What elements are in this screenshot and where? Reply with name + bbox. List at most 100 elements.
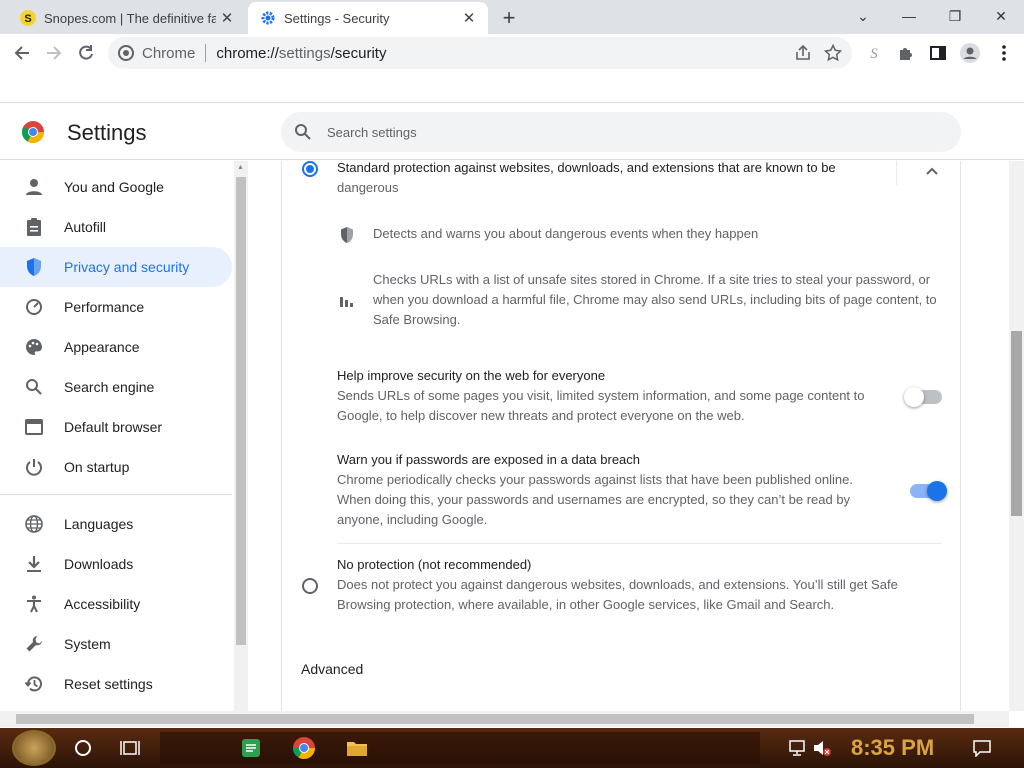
url-path: /security bbox=[330, 44, 387, 62]
sidebar-item-downloads[interactable]: Downloads bbox=[0, 544, 232, 584]
bookmark-star-icon[interactable] bbox=[823, 43, 843, 66]
restore-button[interactable]: ❐ bbox=[932, 2, 978, 30]
search-icon bbox=[293, 122, 313, 142]
minimize-button[interactable]: — bbox=[886, 2, 932, 30]
main-scrollbar-thumb[interactable] bbox=[1011, 331, 1022, 516]
tab-title: Settings - Security bbox=[284, 10, 390, 26]
sidebar-item-reset-settings[interactable]: Reset settings bbox=[0, 664, 232, 704]
address-bar[interactable]: Chrome chrome://settings/security bbox=[108, 37, 852, 69]
help-improve-desc-line1: Sends URLs of some pages you visit, limi… bbox=[337, 388, 865, 403]
help-improve-toggle[interactable] bbox=[904, 387, 942, 407]
sidebar-item-label: Search engine bbox=[64, 379, 155, 395]
sidebar-item-label: On startup bbox=[64, 459, 130, 475]
sidebar-item-search-engine[interactable]: Search engine bbox=[0, 367, 232, 407]
password-warn-toggle[interactable] bbox=[910, 481, 947, 501]
horizontal-scrollbar[interactable] bbox=[0, 711, 1009, 727]
section-divider bbox=[337, 543, 941, 544]
snopes-icon: S bbox=[20, 10, 36, 26]
reload-icon bbox=[79, 45, 93, 60]
cortana-circle-icon[interactable] bbox=[71, 736, 95, 760]
toggle-knob bbox=[927, 481, 947, 501]
password-warn-title: Warn you if passwords are exposed in a d… bbox=[337, 452, 641, 467]
volume-muted-icon[interactable] bbox=[810, 736, 834, 760]
sidebar-item-on-startup[interactable]: On startup bbox=[0, 447, 232, 487]
notes-app-icon[interactable] bbox=[239, 736, 263, 760]
tab-title: Snopes.com | The definitive fact bbox=[44, 10, 216, 26]
url-text: chrome://settings/security bbox=[216, 45, 386, 62]
detail-checks-urls-line2: when you download a harmful file, Chrome… bbox=[373, 292, 937, 307]
sidebar-item-accessibility[interactable]: Accessibility bbox=[0, 584, 232, 624]
detail-detects-warns: Detects and warns you about dangerous ev… bbox=[373, 226, 759, 241]
horizontal-scrollbar-thumb[interactable] bbox=[16, 714, 974, 724]
back-button[interactable] bbox=[8, 39, 36, 67]
sidebar-item-system[interactable]: System bbox=[0, 624, 232, 664]
sidebar-item-languages[interactable]: Languages bbox=[0, 504, 232, 544]
scroll-up-arrow-icon[interactable]: ▲ bbox=[237, 164, 244, 171]
sidebar-item-label: System bbox=[64, 636, 111, 652]
tab-search-button[interactable]: ⌄ bbox=[840, 2, 886, 30]
svg-text:S: S bbox=[24, 13, 31, 25]
password-warn-desc-line2: When doing this, your passwords and user… bbox=[337, 492, 851, 507]
sidebar-item-label: Reset settings bbox=[64, 676, 153, 692]
extensions-puzzle-icon[interactable] bbox=[892, 39, 920, 67]
close-window-button[interactable]: ✕ bbox=[978, 2, 1024, 30]
sidebar-item-label: Privacy and security bbox=[64, 259, 190, 275]
sidebar-scrollbar-thumb[interactable] bbox=[236, 177, 246, 645]
collapse-chevron-icon[interactable] bbox=[922, 163, 942, 179]
no-protection-radio[interactable] bbox=[302, 578, 318, 594]
profile-avatar-icon[interactable] bbox=[956, 39, 984, 67]
main-scrollbar[interactable] bbox=[1009, 161, 1024, 711]
sidebar-item-privacy-and-security[interactable]: Privacy and security bbox=[0, 247, 232, 287]
no-protection-title: No protection (not recommended) bbox=[337, 557, 532, 572]
close-tab-icon[interactable]: ✕ bbox=[458, 7, 480, 29]
forward-arrow-icon bbox=[47, 46, 62, 60]
standard-protection-radio[interactable] bbox=[302, 161, 318, 177]
palette-icon bbox=[24, 337, 44, 357]
network-icon[interactable] bbox=[786, 736, 810, 760]
standard-protection-label-line2: dangerous bbox=[337, 180, 399, 195]
history-icon bbox=[24, 674, 44, 694]
sidebar-scrollbar[interactable]: ▲ bbox=[234, 161, 248, 711]
sidebar-item-appearance[interactable]: Appearance bbox=[0, 327, 232, 367]
browser-toolbar: Chrome chrome://settings/security S bbox=[0, 34, 1024, 72]
snopes-extension-icon[interactable]: S bbox=[860, 39, 888, 67]
share-icon[interactable] bbox=[794, 44, 812, 66]
sidebar-item-autofill[interactable]: Autofill bbox=[0, 207, 232, 247]
person-icon bbox=[24, 177, 44, 197]
chrome-taskbar-icon[interactable] bbox=[292, 736, 316, 760]
sidebar-item-performance[interactable]: Performance bbox=[0, 287, 232, 327]
password-warn-desc-line3: anyone, including Google. bbox=[337, 512, 488, 527]
menu-kebab-icon[interactable] bbox=[990, 39, 1018, 67]
globe-icon bbox=[24, 514, 44, 534]
sidebar-item-you-and-google[interactable]: You and Google bbox=[0, 167, 232, 207]
no-protection-desc-line1: Does not protect you against dangerous w… bbox=[337, 577, 898, 592]
sidebar-item-label: You and Google bbox=[64, 179, 164, 195]
omnibox-separator bbox=[205, 44, 207, 62]
start-button[interactable] bbox=[12, 730, 56, 766]
sidebar-item-default-browser[interactable]: Default browser bbox=[0, 407, 232, 447]
close-tab-icon[interactable]: ✕ bbox=[216, 7, 238, 29]
taskbar-clock[interactable]: 8:35 PM bbox=[851, 735, 934, 761]
browser-icon bbox=[24, 417, 44, 437]
side-panel-icon[interactable] bbox=[924, 39, 952, 67]
forward-button[interactable] bbox=[40, 39, 68, 67]
download-icon bbox=[24, 554, 44, 574]
tab-settings-security[interactable]: Settings - Security ✕ bbox=[248, 2, 488, 34]
search-settings-box[interactable] bbox=[281, 112, 961, 152]
tab-strip: S Snopes.com | The definitive fact ✕ Set… bbox=[0, 0, 1024, 34]
notifications-icon[interactable] bbox=[970, 736, 994, 760]
search-input[interactable] bbox=[327, 124, 927, 140]
url-host: settings bbox=[278, 44, 331, 62]
url-prefix: chrome:// bbox=[216, 44, 279, 62]
tab-snopes[interactable]: S Snopes.com | The definitive fact ✕ bbox=[8, 2, 246, 34]
file-explorer-icon[interactable] bbox=[345, 736, 369, 760]
settings-header: Settings bbox=[0, 103, 1024, 160]
task-view-icon[interactable] bbox=[118, 736, 142, 760]
reload-button[interactable] bbox=[72, 39, 100, 67]
sidebar-item-label: Downloads bbox=[64, 556, 134, 572]
speedometer-icon bbox=[24, 297, 44, 317]
bar-chart-icon bbox=[340, 294, 354, 312]
new-tab-button[interactable]: + bbox=[497, 5, 521, 30]
power-icon bbox=[24, 457, 44, 477]
detail-checks-urls-line1: Checks URLs with a list of unsafe sites … bbox=[373, 272, 931, 287]
